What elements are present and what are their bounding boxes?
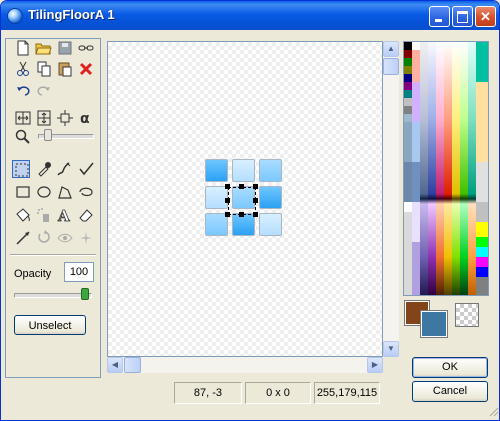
- app-icon: [7, 8, 23, 24]
- selection-handle[interactable]: [239, 212, 244, 217]
- scroll-down-icon[interactable]: ▼: [383, 341, 399, 357]
- ok-button[interactable]: OK: [412, 357, 488, 378]
- title-bar[interactable]: TilingFloorA 1 ✕: [1, 1, 499, 30]
- unselect-button[interactable]: Unselect: [14, 315, 86, 335]
- rotate-icon[interactable]: [35, 229, 53, 247]
- undo-icon[interactable]: [14, 81, 32, 99]
- open-folder-icon[interactable]: [35, 39, 53, 57]
- magnifier-icon[interactable]: [14, 128, 32, 146]
- zoom-slider-thumb[interactable]: [44, 129, 52, 141]
- palette-column[interactable]: [476, 42, 488, 295]
- copy-icon[interactable]: [35, 60, 53, 78]
- pixel-color: 255,179,115: [314, 382, 380, 404]
- close-icon: ✕: [480, 9, 491, 24]
- palette-column[interactable]: [412, 42, 420, 295]
- close-button[interactable]: ✕: [475, 6, 496, 27]
- save-disk-icon[interactable]: [56, 39, 74, 57]
- eyedropper-icon[interactable]: [35, 160, 53, 178]
- polygon-icon[interactable]: [56, 183, 74, 201]
- brush-icon[interactable]: [77, 160, 95, 178]
- cursor-position: 87, -3: [174, 382, 242, 404]
- link-icon[interactable]: [77, 39, 95, 57]
- selection-marquee[interactable]: [228, 187, 256, 215]
- lasso-icon[interactable]: [77, 183, 95, 201]
- opacity-input[interactable]: 100: [64, 262, 94, 282]
- maximize-button[interactable]: [452, 6, 473, 27]
- palette-column[interactable]: [452, 42, 460, 295]
- rectangle-icon[interactable]: [14, 183, 32, 201]
- delete-x-icon[interactable]: [77, 60, 95, 78]
- image-canvas[interactable]: [107, 41, 383, 357]
- svg-text:A: A: [57, 207, 70, 224]
- selection-size: 0 x 0: [245, 382, 311, 404]
- tile: [259, 213, 282, 236]
- paint-bucket-icon[interactable]: [14, 206, 32, 224]
- selection-handle[interactable]: [225, 198, 230, 203]
- tile: [205, 159, 228, 182]
- cancel-button[interactable]: Cancel: [412, 381, 488, 402]
- new-file-icon[interactable]: [14, 39, 32, 57]
- tile: [259, 186, 282, 209]
- scissors-icon[interactable]: [14, 60, 32, 78]
- selection-handle[interactable]: [253, 184, 258, 189]
- color-swatches: [403, 300, 489, 338]
- svg-text:α: α: [80, 111, 90, 127]
- sparkle-icon[interactable]: [77, 229, 95, 247]
- panel-divider: [10, 254, 96, 256]
- selection-handle[interactable]: [253, 198, 258, 203]
- palette-column[interactable]: [460, 42, 468, 295]
- spray-icon[interactable]: [35, 206, 53, 224]
- palette-column[interactable]: [444, 42, 452, 295]
- palette-column[interactable]: [436, 42, 444, 295]
- flip-vertical-icon[interactable]: [35, 109, 53, 127]
- selection-handle[interactable]: [239, 184, 244, 189]
- scroll-left-icon[interactable]: ◀: [107, 357, 123, 373]
- resize-grip-icon[interactable]: [487, 405, 499, 417]
- ellipse-icon[interactable]: [35, 183, 53, 201]
- eye-icon[interactable]: [56, 229, 74, 247]
- window-title: TilingFloorA 1: [28, 7, 115, 22]
- tile: [232, 159, 255, 182]
- pen-icon[interactable]: [56, 160, 74, 178]
- maximize-icon: [453, 7, 472, 26]
- flip-horizontal-icon[interactable]: [14, 109, 32, 127]
- secondary-color-swatch[interactable]: [420, 310, 448, 338]
- color-palette[interactable]: [403, 41, 489, 296]
- tool-panel: α A Opacity 100 Unselect: [5, 38, 101, 378]
- palette-column[interactable]: [468, 42, 476, 295]
- paste-icon[interactable]: [56, 60, 74, 78]
- scroll-right-icon[interactable]: ▶: [367, 357, 383, 373]
- editor-window: TilingFloorA 1 ✕ α A Opacity 100 Unselec…: [0, 0, 500, 421]
- vertical-scrollbar[interactable]: ▲ ▼: [383, 41, 399, 357]
- tile: [259, 159, 282, 182]
- vertical-scroll-thumb[interactable]: [383, 58, 399, 75]
- transparent-color-swatch[interactable]: [455, 303, 479, 327]
- palette-column[interactable]: [420, 42, 428, 295]
- horizontal-scroll-thumb[interactable]: [124, 357, 141, 373]
- alpha-icon[interactable]: α: [77, 109, 95, 127]
- resize-icon[interactable]: [56, 109, 74, 127]
- palette-column[interactable]: [428, 42, 436, 295]
- scroll-up-icon[interactable]: ▲: [383, 41, 399, 57]
- selection-handle[interactable]: [225, 212, 230, 217]
- selection-handle[interactable]: [253, 212, 258, 217]
- opacity-label: Opacity: [14, 268, 52, 280]
- redo-icon[interactable]: [35, 81, 53, 99]
- text-icon[interactable]: A: [56, 206, 74, 224]
- minimize-icon: [430, 7, 449, 26]
- selection-handle[interactable]: [225, 184, 230, 189]
- minimize-button[interactable]: [429, 6, 450, 27]
- eraser-icon[interactable]: [77, 206, 95, 224]
- palette-column[interactable]: [404, 42, 412, 295]
- horizontal-scrollbar[interactable]: ◀ ▶: [107, 357, 383, 373]
- opacity-slider-thumb[interactable]: [81, 288, 89, 300]
- rectangle-select-icon[interactable]: [12, 160, 30, 178]
- line-icon[interactable]: [14, 229, 32, 247]
